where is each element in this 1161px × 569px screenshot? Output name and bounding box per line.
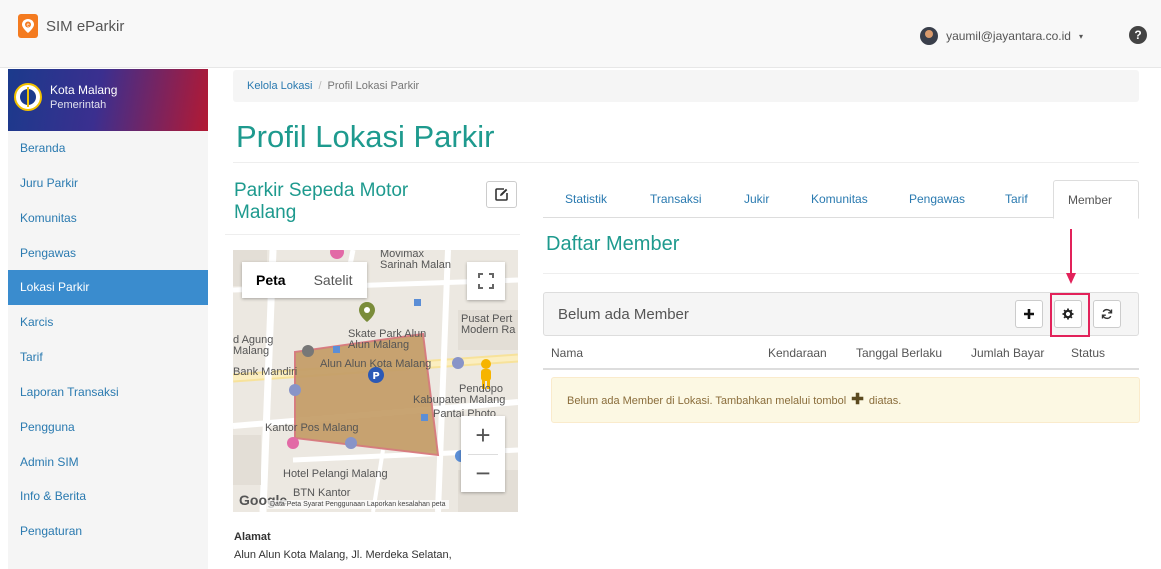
address-text: Alun Alun Kota Malang, Jl. Merdeka Selat… bbox=[234, 549, 452, 561]
map-label: Kabupaten Malang bbox=[413, 394, 506, 406]
sidebar-item-info-berita[interactable]: Info & Berita bbox=[8, 479, 208, 514]
map-label: Kantor Pos Malang bbox=[265, 422, 359, 434]
tab-pengawas[interactable]: Pengawas bbox=[909, 180, 965, 218]
column-header-tanggal-berlaku: Tanggal Berlaku bbox=[856, 346, 943, 360]
org-name: Kota Malang bbox=[50, 83, 118, 97]
plus-icon: ✚ bbox=[851, 391, 864, 408]
user-email: yaumil@jayantara.co.id bbox=[946, 29, 1071, 43]
tab-statistik[interactable]: Statistik bbox=[565, 180, 607, 218]
sidebar-item-karcis[interactable]: Karcis bbox=[8, 305, 208, 340]
column-header-jumlah-bayar: Jumlah Bayar bbox=[971, 346, 1045, 360]
profile-tabs: Statistik Transaksi Jukir Komunitas Peng… bbox=[543, 180, 1139, 219]
map-label: BTN Kantor bbox=[293, 487, 351, 499]
alert-text-after: diatas. bbox=[868, 395, 902, 407]
map-type-peta-button[interactable]: Peta bbox=[242, 262, 300, 298]
brand[interactable]: e SIM eParkir bbox=[18, 14, 124, 38]
divider bbox=[543, 273, 1139, 274]
sidebar-item-komunitas[interactable]: Komunitas bbox=[8, 201, 208, 236]
section-title: Daftar Member bbox=[546, 233, 680, 255]
edit-location-button[interactable] bbox=[486, 181, 517, 208]
location-map[interactable]: P Movimax Sarinah Malan Skate Park Alun … bbox=[233, 250, 518, 512]
zoom-control: + − bbox=[461, 416, 505, 492]
edit-icon bbox=[495, 188, 508, 201]
empty-members-alert: Belum ada Member di Lokasi. Tambahkan me… bbox=[551, 377, 1140, 423]
map-label: Malang bbox=[233, 345, 270, 357]
org-header: Kota Malang Pemerintah bbox=[8, 69, 208, 131]
eparkir-logo-icon: e bbox=[18, 14, 38, 38]
fullscreen-button[interactable] bbox=[467, 262, 505, 300]
caret-down-icon: ▾ bbox=[1078, 31, 1083, 41]
panel-title: Belum ada Member bbox=[558, 306, 689, 323]
refresh-button[interactable] bbox=[1093, 300, 1121, 328]
top-navbar: e SIM eParkir yaumil@jayantara.co.id ▾ ? bbox=[0, 0, 1161, 68]
help-icon[interactable]: ? bbox=[1129, 26, 1147, 44]
breadcrumb-link-kelola-lokasi[interactable]: Kelola Lokasi bbox=[247, 80, 312, 92]
column-header-nama: Nama bbox=[551, 346, 584, 360]
annotation-arrow-icon bbox=[1066, 229, 1076, 284]
user-menu[interactable]: yaumil@jayantara.co.id ▾ bbox=[920, 27, 1083, 45]
breadcrumb-current: Profil Lokasi Parkir bbox=[327, 80, 420, 92]
city-emblem-icon bbox=[14, 83, 42, 111]
divider bbox=[543, 368, 1139, 370]
svg-text:e: e bbox=[26, 22, 29, 28]
sidebar-item-pengguna[interactable]: Pengguna bbox=[8, 410, 208, 445]
zoom-out-button[interactable]: − bbox=[461, 454, 505, 492]
sidebar-item-laporan-transaksi[interactable]: Laporan Transaksi bbox=[8, 375, 208, 410]
breadcrumb-separator: / bbox=[318, 80, 322, 92]
sidebar-item-tarif[interactable]: Tarif bbox=[8, 340, 208, 375]
sidebar-item-beranda[interactable]: Beranda bbox=[8, 131, 208, 166]
divider bbox=[468, 454, 498, 455]
sidebar-item-admin-sim[interactable]: Admin SIM bbox=[8, 445, 208, 480]
sidebar-item-lokasi-parkir[interactable]: Lokasi Parkir bbox=[8, 270, 208, 305]
column-header-status: Status bbox=[1071, 346, 1106, 360]
tab-tarif[interactable]: Tarif bbox=[1005, 180, 1028, 218]
sidebar-item-pengawas[interactable]: Pengawas bbox=[8, 236, 208, 271]
sidebar-item-juru-parkir[interactable]: Juru Parkir bbox=[8, 166, 208, 201]
tab-transaksi[interactable]: Transaksi bbox=[650, 180, 702, 218]
fullscreen-icon bbox=[478, 273, 494, 289]
add-member-button[interactable] bbox=[1015, 300, 1043, 328]
map-label: Bank Mandiri bbox=[233, 366, 298, 378]
plus-icon bbox=[1024, 309, 1034, 319]
divider bbox=[233, 162, 1139, 163]
tab-jukir[interactable]: Jukir bbox=[744, 180, 769, 218]
location-name: Parkir Sepeda Motor Malang bbox=[234, 180, 409, 223]
map-type-satelit-button[interactable]: Satelit bbox=[300, 262, 367, 298]
tab-komunitas[interactable]: Komunitas bbox=[811, 180, 868, 218]
tab-member[interactable]: Member bbox=[1053, 180, 1139, 219]
breadcrumb: Kelola Lokasi / Profil Lokasi Parkir bbox=[233, 70, 1139, 102]
map-label: Hotel Pelangi Malang bbox=[283, 468, 388, 480]
map-type-control: Peta Satelit bbox=[242, 262, 367, 298]
refresh-icon bbox=[1101, 308, 1113, 320]
avatar bbox=[920, 27, 939, 45]
map-label: Sarinah Malan bbox=[380, 259, 451, 271]
app-title: SIM eParkir bbox=[46, 17, 125, 35]
map-label: Alun Alun Kota Malang bbox=[320, 358, 432, 370]
annotation-highlight-box bbox=[1050, 293, 1090, 337]
sidebar-item-pengaturan[interactable]: Pengaturan bbox=[8, 514, 208, 549]
divider bbox=[225, 234, 520, 235]
address-label: Alamat bbox=[234, 531, 271, 543]
map-attribution[interactable]: Data Peta Syarat Penggunaan Laporkan kes… bbox=[267, 500, 449, 509]
page-title: Profil Lokasi Parkir bbox=[236, 119, 495, 154]
map-label: Alun Malang bbox=[348, 339, 410, 351]
sidebar: Kota Malang Pemerintah Beranda Juru Park… bbox=[8, 69, 208, 569]
alert-text-before: Belum ada Member di Lokasi. Tambahkan me… bbox=[567, 395, 847, 407]
svg-text:P: P bbox=[372, 371, 379, 382]
org-type: Pemerintah bbox=[50, 99, 107, 111]
zoom-in-button[interactable]: + bbox=[461, 416, 505, 454]
map-label: Modern Ra bbox=[461, 324, 516, 336]
column-header-kendaraan: Kendaraan bbox=[768, 346, 827, 360]
